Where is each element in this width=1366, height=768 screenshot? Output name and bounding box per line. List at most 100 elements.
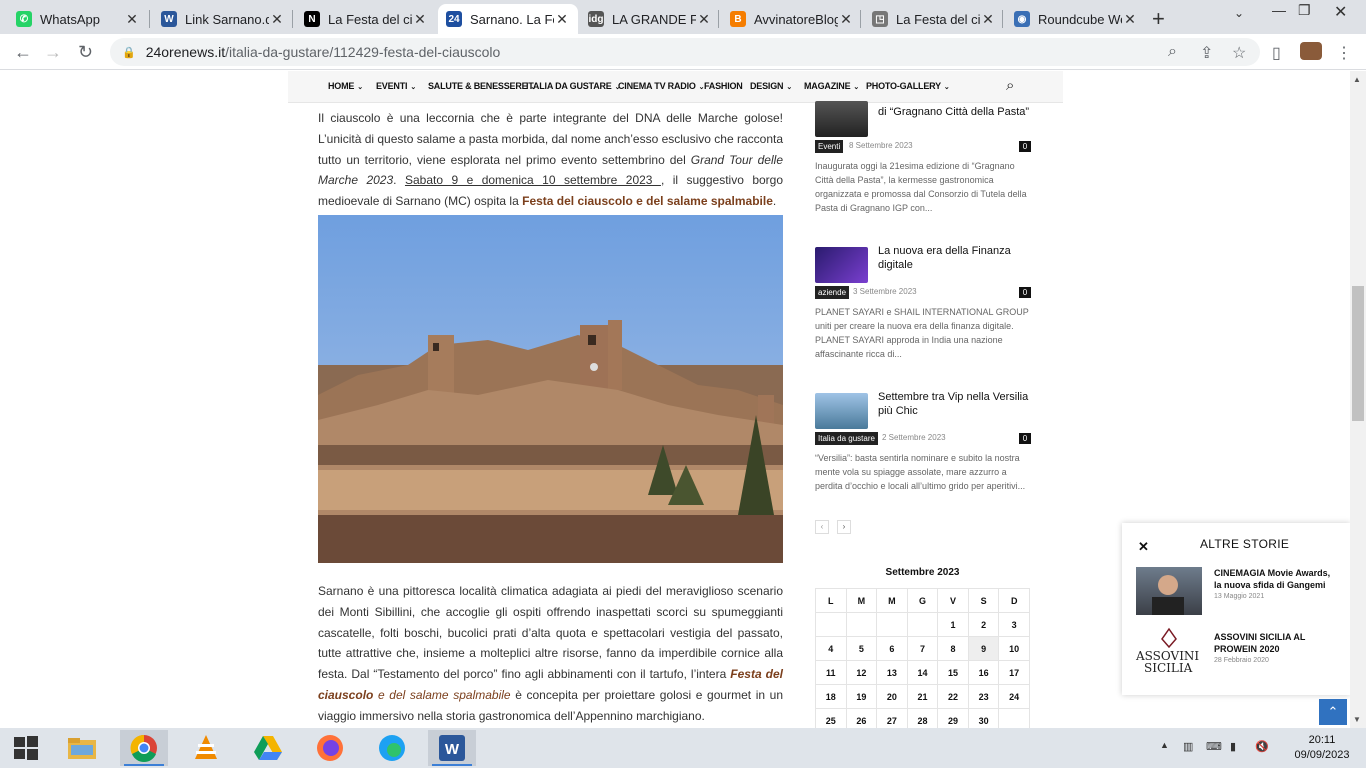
calendar-day[interactable]: 6	[876, 636, 908, 661]
calendar-day[interactable]: 28	[906, 708, 939, 728]
calendar-day[interactable]: 12	[845, 660, 878, 685]
chrome-taskbar-button[interactable]	[120, 730, 168, 766]
comment-count-badge[interactable]: 0	[1019, 433, 1031, 444]
back-to-top-button[interactable]: ⌃	[1319, 699, 1347, 725]
tab-close-icon[interactable]: ✕	[412, 11, 428, 28]
tray-network-icon[interactable]: ⌨	[1206, 740, 1222, 753]
calendar-day[interactable]: 11	[815, 660, 847, 685]
calendar-day[interactable]: 4	[815, 636, 847, 661]
calendar-day[interactable]: 20	[876, 684, 908, 709]
calendar-day[interactable]: 21	[906, 684, 939, 709]
calendar-day[interactable]: 9	[967, 636, 1000, 661]
volume-muted-icon[interactable]: 🔇	[1255, 740, 1269, 753]
close-window-button[interactable]: ✕	[1334, 2, 1347, 22]
system-clock[interactable]: 20:11 09/09/2023	[1292, 733, 1352, 763]
browser-tab[interactable]: N La Festa del cia ✕	[296, 4, 436, 34]
page-scrollbar[interactable]: ▲ ▼	[1350, 71, 1366, 728]
calendar-day[interactable]: 10	[998, 636, 1030, 661]
calendar-day[interactable]: 26	[845, 708, 878, 728]
menu-item[interactable]: SALUTE & BENESSERE ⌄	[428, 81, 536, 91]
scroll-up-icon[interactable]: ▲	[1353, 75, 1361, 84]
calendar-day[interactable]: 16	[967, 660, 1000, 685]
calendar-day[interactable]: 15	[937, 660, 969, 685]
category-badge[interactable]: Eventi	[815, 140, 844, 153]
browser-tab[interactable]: 24 Sarnano. La Fe ✕	[438, 4, 578, 34]
post-title[interactable]: La nuova era della Finanza digitale	[878, 244, 1033, 272]
tab-close-icon[interactable]: ✕	[269, 11, 285, 28]
tab-close-icon[interactable]: ✕	[124, 11, 140, 28]
profile-avatar[interactable]	[1300, 42, 1322, 60]
menu-item[interactable]: MAGAZINE ⌄	[804, 81, 859, 91]
calendar-day[interactable]: 24	[998, 684, 1030, 709]
browser-tab[interactable]: ◉ Roundcube We ✕	[1006, 4, 1146, 34]
comment-count-badge[interactable]: 0	[1019, 141, 1031, 152]
tab-close-icon[interactable]: ✕	[1122, 11, 1138, 28]
date-link[interactable]: Sabato 9 e domenica 10 settembre 2023	[405, 173, 661, 187]
calendar-day[interactable]: 17	[998, 660, 1030, 685]
edge-taskbar-button[interactable]	[368, 730, 416, 766]
menu-item[interactable]: DESIGN ⌄	[750, 81, 792, 91]
calendar-day[interactable]: 18	[815, 684, 847, 709]
reload-button[interactable]: ↻	[78, 42, 93, 63]
zoom-icon[interactable]: ⌕	[1168, 43, 1177, 61]
post-title[interactable]: di “Gragnano Città della Pasta”	[878, 105, 1033, 119]
pager-prev-button[interactable]: ‹	[815, 520, 829, 534]
calendar-day[interactable]: 7	[906, 636, 939, 661]
menu-item[interactable]: EVENTI ⌄	[376, 81, 416, 91]
calendar-day[interactable]: 3	[998, 612, 1030, 637]
tab-close-icon[interactable]: ✕	[838, 11, 854, 28]
start-button[interactable]	[2, 730, 50, 766]
calendar-day[interactable]: 19	[845, 684, 878, 709]
side-panel-icon[interactable]: ▯	[1272, 43, 1281, 63]
calendar-day[interactable]: 29	[937, 708, 969, 728]
tab-search-chevron-icon[interactable]: ⌄	[1234, 6, 1244, 20]
browser-tab[interactable]: ◳ La Festa del cia ✕	[864, 4, 1004, 34]
post-thumbnail[interactable]	[815, 101, 868, 137]
calendar-day[interactable]: 1	[937, 612, 969, 637]
address-bar[interactable]: 🔒 24orenews.it /italia-da-gustare/112429…	[110, 38, 1260, 66]
category-badge[interactable]: aziende	[815, 286, 850, 299]
menu-item[interactable]: ITALIA DA GUSTARE ⌄	[526, 81, 620, 91]
new-tab-button[interactable]: +	[1152, 6, 1165, 32]
back-button[interactable]: ←	[14, 42, 32, 63]
calendar-day[interactable]: 27	[876, 708, 908, 728]
comment-count-badge[interactable]: 0	[1019, 287, 1031, 298]
calendar-day[interactable]: 23	[967, 684, 1000, 709]
menu-item[interactable]: PHOTO-GALLERY ⌄	[866, 81, 950, 91]
category-badge[interactable]: Italia da gustare	[815, 432, 878, 445]
vlc-taskbar-button[interactable]	[182, 730, 230, 766]
menu-item[interactable]: FASHION	[704, 81, 743, 91]
forward-button[interactable]: →	[44, 42, 62, 63]
close-icon[interactable]: ✕	[1138, 539, 1149, 555]
calendar-day[interactable]: 25	[815, 708, 847, 728]
file-explorer-button[interactable]	[58, 730, 106, 766]
browser-tab[interactable]: idg LA GRANDE FE✕	[580, 4, 720, 34]
tab-close-icon[interactable]: ✕	[696, 11, 712, 28]
menu-item[interactable]: CINEMA TV RADIO ⌄	[618, 81, 705, 91]
menu-kebab-icon[interactable]: ⋮	[1336, 43, 1352, 63]
tab-close-icon[interactable]: ✕	[554, 11, 570, 28]
scroll-down-icon[interactable]: ▼	[1353, 715, 1361, 724]
assovini-logo[interactable]: ASSOVINI SICILIA	[1136, 627, 1202, 675]
scrollbar-thumb[interactable]	[1352, 286, 1364, 421]
google-drive-taskbar-button[interactable]	[244, 730, 292, 766]
share-icon[interactable]: ⇪	[1200, 43, 1213, 63]
menu-item[interactable]: HOME ⌄	[328, 81, 363, 91]
post-thumbnail[interactable]	[815, 247, 868, 283]
signal-icon[interactable]: ▮	[1230, 740, 1236, 753]
restore-button[interactable]: ❐	[1298, 2, 1311, 19]
story-thumbnail[interactable]	[1136, 567, 1202, 615]
calendar-day[interactable]: 30	[967, 708, 1000, 728]
word-taskbar-button[interactable]: W	[428, 730, 476, 766]
calendar-day[interactable]: 5	[845, 636, 878, 661]
tray-device-icon[interactable]: ▥	[1183, 740, 1193, 753]
firefox-taskbar-button[interactable]	[306, 730, 354, 766]
browser-tab[interactable]: B AvvinatoreBlog ✕	[722, 4, 862, 34]
bookmark-star-icon[interactable]: ☆	[1232, 43, 1246, 63]
browser-tab[interactable]: ✆ WhatsApp ✕	[8, 4, 148, 34]
tray-chevron-icon[interactable]: ▲	[1160, 740, 1169, 750]
post-thumbnail[interactable]	[815, 393, 868, 429]
calendar-day[interactable]: 2	[967, 612, 1000, 637]
calendar-day[interactable]: 13	[876, 660, 908, 685]
browser-tab[interactable]: W Link Sarnano.d ✕	[153, 4, 293, 34]
